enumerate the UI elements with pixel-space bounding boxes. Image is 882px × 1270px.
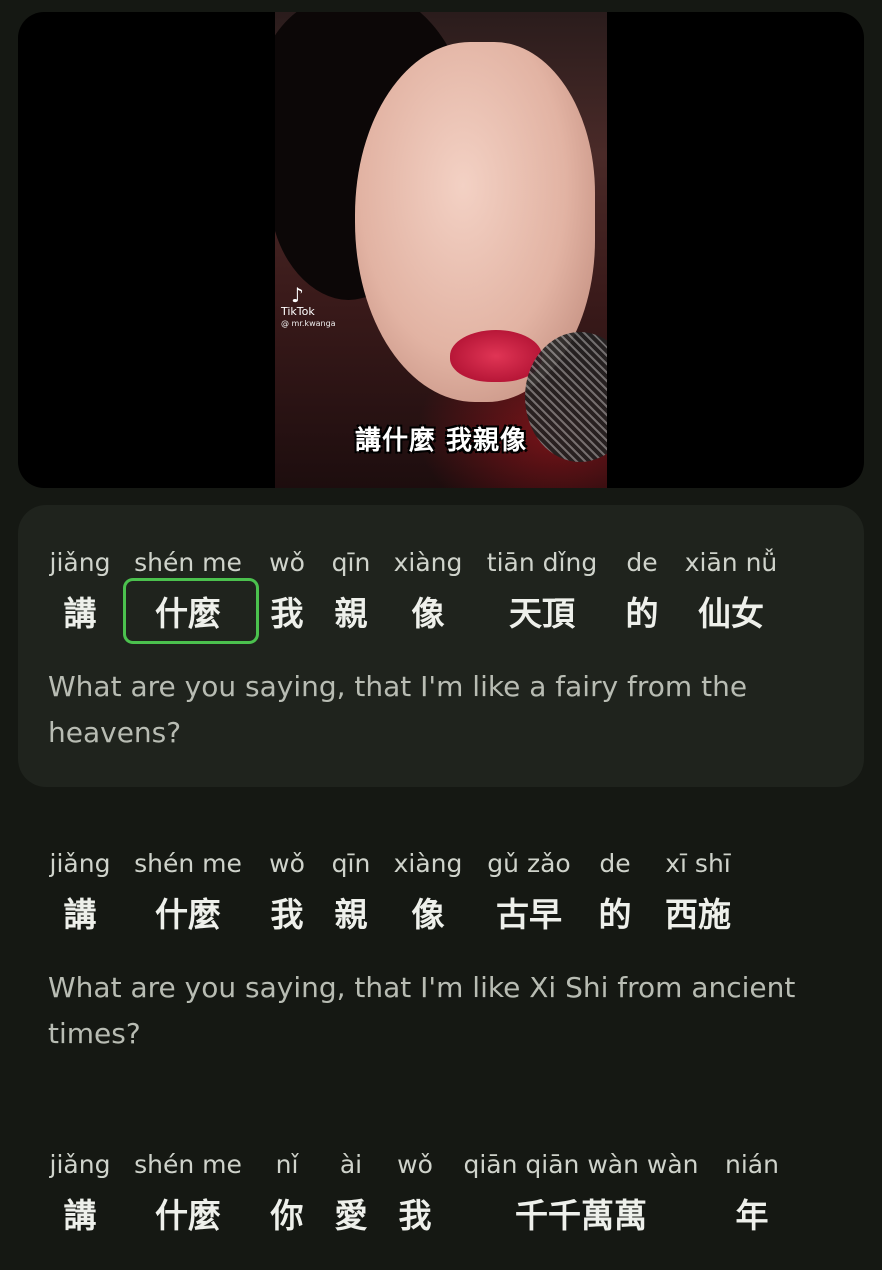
tiktok-watermark: ♪ TikTok @ mr.kwanga [281, 284, 336, 330]
hanzi-word[interactable]: 我 [271, 587, 304, 635]
pinyin: wǒ [269, 849, 305, 878]
hanzi-word[interactable]: 像 [412, 587, 445, 635]
pinyin: jiǎng [49, 1150, 111, 1179]
hanzi-word[interactable]: 天頂 [509, 587, 575, 635]
hanzi-word[interactable]: 親 [335, 587, 368, 635]
lyric-translation: What are you saying, that I'm like a fai… [48, 670, 748, 749]
pinyin: shén me [134, 548, 242, 577]
hanzi-word[interactable]: 什麼 [155, 587, 221, 635]
hanzi-word[interactable]: 仙女 [698, 587, 764, 635]
pinyin: de [626, 548, 658, 577]
video-subtitle: 講什麼 我親像 [354, 426, 528, 456]
pinyin: qīn [331, 548, 371, 577]
hanzi-word[interactable]: 講 [64, 888, 97, 936]
tiktok-logo-icon: ♪ [291, 283, 304, 307]
pinyin: shén me [134, 1150, 242, 1179]
hanzi-word[interactable]: 講 [64, 587, 97, 635]
hanzi-word[interactable]: 你 [271, 1189, 304, 1237]
pinyin: jiǎng [49, 548, 111, 577]
hanzi-word[interactable]: 的 [626, 587, 659, 635]
pinyin: shén me [134, 849, 242, 878]
pinyin: tiān dǐng [486, 548, 598, 577]
hanzi-word[interactable]: 古早 [496, 888, 562, 936]
hanzi-word[interactable]: 像 [412, 888, 445, 936]
pinyin: wǒ [397, 1150, 433, 1179]
hanzi-word[interactable]: 什麼 [155, 888, 221, 936]
hanzi-word[interactable]: 千千萬萬 [515, 1189, 647, 1237]
video-player[interactable]: ♪ TikTok @ mr.kwanga 講什麼 我親像 [18, 12, 864, 488]
pinyin: wǒ [269, 548, 305, 577]
pinyin: xiàng [393, 849, 463, 878]
tiktok-handle: @ mr.kwanga [281, 319, 336, 328]
hanzi-word[interactable]: 我 [399, 1189, 432, 1237]
lyric-translation: What are you saying, that I'm like Xi Sh… [48, 971, 796, 1050]
pinyin: qiān qiān wàn wàn [463, 1150, 699, 1179]
tiktok-label: TikTok [281, 305, 315, 318]
video-frame[interactable]: ♪ TikTok @ mr.kwanga 講什麼 我親像 [275, 12, 607, 488]
hanzi-word[interactable]: 講 [64, 1189, 97, 1237]
pinyin: xiān nǚ [684, 548, 778, 577]
pinyin: nǐ [275, 1150, 299, 1179]
pinyin: qīn [331, 849, 371, 878]
hanzi-word[interactable]: 什麼 [155, 1189, 221, 1237]
pinyin: xī shī [665, 849, 731, 878]
pinyin: jiǎng [49, 849, 111, 878]
hanzi-word[interactable]: 愛 [335, 1189, 368, 1237]
pinyin: nián [725, 1150, 779, 1179]
pinyin: xiàng [393, 548, 463, 577]
pinyin: de [599, 849, 631, 878]
hanzi-word[interactable]: 年 [736, 1189, 769, 1237]
hanzi-word[interactable]: 親 [335, 888, 368, 936]
hanzi-word[interactable]: 西施 [665, 888, 731, 936]
pinyin: gǔ zǎo [487, 849, 571, 878]
hanzi-word[interactable]: 我 [271, 888, 304, 936]
pinyin: ài [339, 1150, 363, 1179]
hanzi-word[interactable]: 的 [599, 888, 632, 936]
